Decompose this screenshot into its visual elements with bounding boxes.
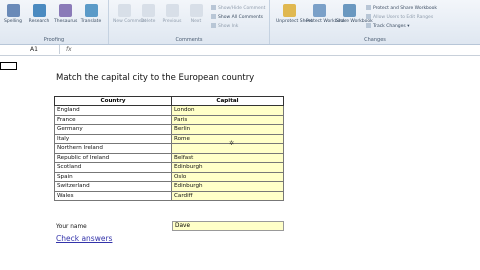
changes-group-label: Changes	[364, 37, 386, 43]
country-cell: England	[54, 105, 172, 116]
capitals-table: Country Capital England London France Pari…	[54, 96, 284, 201]
protect-workbook-button[interactable]: Protect Workbook	[306, 4, 346, 24]
table-row: France Paris	[54, 114, 284, 125]
capital-input-cell[interactable]: Edinburgh	[171, 162, 284, 173]
country-cell: Wales	[54, 190, 172, 201]
track-changes-icon	[366, 23, 371, 28]
country-cell: Italy	[54, 133, 172, 144]
spelling-icon	[6, 4, 20, 17]
capital-input-cell[interactable]	[171, 143, 284, 154]
show-all-comments-item[interactable]: Show All Comments	[211, 14, 263, 20]
share-workbook-icon	[342, 4, 356, 17]
country-cell: Spain	[54, 171, 172, 182]
allow-users-edit-ranges-item[interactable]: Allow Users to Edit Ranges	[366, 14, 433, 20]
translate-button[interactable]: Translate	[80, 4, 102, 24]
unprotect-sheet-button[interactable]: Unprotect Sheet	[276, 4, 313, 24]
table-row: Germany Berlin	[54, 124, 284, 135]
unprotect-sheet-icon	[282, 4, 296, 17]
country-cell: Scotland	[54, 162, 172, 173]
formula-bar: A1 fx	[0, 45, 480, 56]
capital-input-cell[interactable]: Belfast	[171, 152, 284, 163]
changes-group: Unprotect Sheet Protect Workbook Share W…	[270, 0, 480, 44]
comments-group: New Comment Delete Previous Next Show/Hi…	[109, 0, 270, 44]
capital-input-cell[interactable]: Oslo	[171, 171, 284, 182]
share-workbook-button[interactable]: Share Workbook	[336, 4, 373, 24]
protect-share-workbook-icon	[366, 5, 371, 10]
show-all-comments-icon	[211, 14, 216, 19]
capital-input-cell[interactable]: Cardiff	[171, 190, 284, 201]
busy-cursor-icon: ✲	[229, 140, 235, 147]
new-comment-icon	[117, 4, 131, 17]
thesaurus-button[interactable]: Thesaurus	[54, 4, 77, 24]
next-comment-button[interactable]: Next	[185, 4, 207, 24]
table-row: Wales Cardiff	[54, 190, 284, 201]
proofing-group: Spelling Research Thesaurus Translate Pr…	[0, 0, 109, 44]
table-row: Switzerland Edinburgh	[54, 181, 284, 192]
country-header: Country	[54, 96, 172, 106]
capital-input-cell[interactable]: Paris	[171, 114, 284, 125]
previous-comment-button[interactable]: Previous	[161, 4, 183, 24]
capital-input-cell[interactable]: London	[171, 105, 284, 116]
protect-workbook-icon	[312, 4, 326, 17]
fx-icon[interactable]: fx	[66, 45, 72, 54]
capital-header: Capital	[171, 96, 284, 106]
protect-share-workbook-item[interactable]: Protect and Share Workbook	[366, 5, 437, 11]
proofing-group-label: Proofing	[43, 37, 65, 43]
delete-icon	[141, 4, 155, 17]
show-ink-icon	[211, 23, 216, 28]
capital-input-cell[interactable]: Berlin	[171, 124, 284, 135]
table-row: Italy Rome	[54, 133, 284, 144]
country-cell: Northern Ireland	[54, 143, 172, 154]
thesaurus-icon	[58, 4, 72, 17]
table-row: England London	[54, 105, 284, 116]
research-icon	[32, 4, 46, 17]
capital-input-cell[interactable]: Rome	[171, 133, 284, 144]
new-comment-button[interactable]: New Comment	[113, 4, 146, 24]
research-button[interactable]: Research	[28, 4, 50, 24]
next-icon	[189, 4, 203, 17]
table-row: Republic of Ireland Belfast	[54, 152, 284, 163]
spelling-button[interactable]: Spelling	[2, 4, 24, 24]
comments-group-label: Comments	[175, 37, 203, 43]
table-row: Northern Ireland	[54, 143, 284, 154]
sheet-title: Match the capital city to the European c…	[56, 73, 255, 83]
country-cell: Switzerland	[54, 181, 172, 192]
previous-icon	[165, 4, 179, 17]
country-cell: Germany	[54, 124, 172, 135]
show-ink-item[interactable]: Show Ink	[211, 23, 238, 29]
table-row: Scotland Edinburgh	[54, 162, 284, 173]
show-hide-comment-icon	[211, 5, 216, 10]
show-hide-comment-item[interactable]: Show/Hide Comment	[211, 5, 265, 11]
country-cell: France	[54, 114, 172, 125]
check-answers-link[interactable]: Check answers	[56, 234, 112, 243]
selected-cell[interactable]	[0, 62, 17, 70]
track-changes-item[interactable]: Track Changes ▾	[366, 23, 409, 29]
table-row: Spain Oslo	[54, 171, 284, 182]
allow-users-edit-ranges-icon	[366, 14, 371, 19]
translate-icon	[84, 4, 98, 17]
country-cell: Republic of Ireland	[54, 152, 172, 163]
your-name-input[interactable]: Dave	[172, 221, 284, 231]
capital-input-cell[interactable]: Edinburgh	[171, 181, 284, 192]
name-box[interactable]: A1	[0, 45, 60, 54]
delete-comment-button[interactable]: Delete	[137, 4, 159, 24]
your-name-label: Your name	[56, 224, 87, 230]
ribbon: Spelling Research Thesaurus Translate Pr…	[0, 0, 480, 45]
